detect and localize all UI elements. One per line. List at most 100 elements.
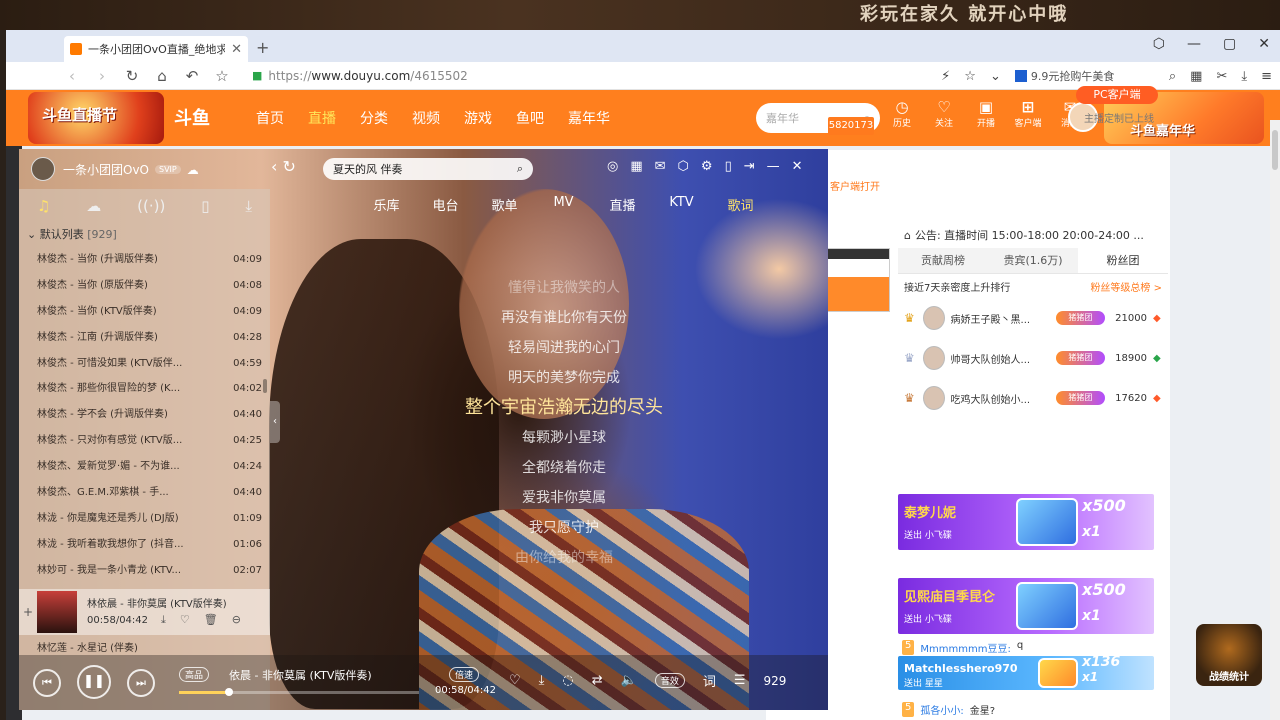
- device-icon[interactable]: ▯: [201, 197, 209, 215]
- refresh-icon[interactable]: ↻: [124, 67, 140, 85]
- tab-fan-club[interactable]: 粉丝团: [1078, 248, 1168, 273]
- song-item[interactable]: 林俊杰 - 学不会 (升调版伴奏) 04:40: [19, 402, 270, 428]
- nav-video[interactable]: 视频: [412, 108, 440, 128]
- lyrics-toggle-icon[interactable]: 词: [703, 671, 716, 690]
- pause-icon[interactable]: ❚❚: [77, 665, 111, 699]
- browser-tab[interactable]: 一条小团团OvO直播_绝地求生 ✕: [64, 36, 248, 62]
- song-item[interactable]: 林俊杰 - 当你 (升调版伴奏) 04:09: [19, 247, 270, 273]
- fan-row[interactable]: ♛ 吃鸡大队创始小... 猪猪团 17620 ◆: [898, 378, 1168, 418]
- minimize-icon[interactable]: —: [767, 159, 780, 174]
- player-user[interactable]: 一条小团团OvO SVIP ☁: [63, 161, 199, 178]
- nav-home[interactable]: 首页: [256, 108, 284, 128]
- music-note-icon[interactable]: ♫: [37, 197, 50, 215]
- new-tab-icon[interactable]: +: [256, 38, 269, 57]
- nav-category[interactable]: 分类: [360, 108, 388, 128]
- quality-selector[interactable]: 高品: [179, 667, 210, 682]
- douyu-logo[interactable]: 斗鱼: [174, 104, 210, 130]
- stream-thumbnail[interactable]: [824, 248, 890, 312]
- back-icon[interactable]: ‹ ↻: [271, 157, 296, 176]
- now-playing-row[interactable]: + 林依晨 - 非你莫属 (KTV版伴奏) 00:58/04:42 ⤓ ♡ 🗑 …: [19, 589, 270, 635]
- desktop-mode-icon[interactable]: ⇥: [744, 159, 755, 174]
- apps-icon[interactable]: ▦: [630, 159, 642, 174]
- fan-level-link[interactable]: 粉丝等级总榜 >: [1090, 279, 1162, 294]
- tab-mv[interactable]: MV: [534, 195, 593, 214]
- user-avatar[interactable]: [31, 157, 55, 181]
- forward-icon[interactable]: ›: [94, 67, 110, 85]
- nav-carnival[interactable]: 嘉年华: [568, 108, 610, 128]
- radio-icon[interactable]: ((·)): [137, 197, 165, 215]
- skin-icon[interactable]: ⬡: [678, 159, 689, 174]
- favorite-star-icon[interactable]: ☆: [214, 67, 230, 85]
- skin-icon[interactable]: ⬡: [1153, 36, 1165, 52]
- pc-client-button[interactable]: PC客户端: [1076, 86, 1158, 104]
- download-icon[interactable]: ⤓: [245, 197, 252, 215]
- delete-icon[interactable]: 🗑: [204, 613, 218, 627]
- comment-icon[interactable]: ◌: [562, 673, 573, 688]
- close-window-icon[interactable]: ✕: [1258, 36, 1270, 52]
- close-tab-icon[interactable]: ✕: [231, 42, 242, 57]
- nav-yuba[interactable]: 鱼吧: [516, 108, 544, 128]
- nav-live[interactable]: 直播: [308, 108, 336, 128]
- previous-icon[interactable]: ⏮: [33, 669, 61, 697]
- fan-row[interactable]: ♛ 病娇王子殿丶黑... 猪猪团 21000 ◆: [898, 298, 1168, 338]
- settings-gear-icon[interactable]: ⚙: [701, 159, 713, 174]
- tab-radio[interactable]: 电台: [416, 195, 475, 214]
- more-icon[interactable]: ⊖: [232, 613, 241, 627]
- song-item[interactable]: 林俊杰、爱新觉罗·媚 - 不为谁... 04:24: [19, 454, 270, 480]
- tab-ktv[interactable]: KTV: [652, 195, 711, 214]
- home-icon[interactable]: ⌂: [154, 67, 170, 85]
- song-item[interactable]: 林俊杰 - 只对你有感觉 (KTV版... 04:25: [19, 428, 270, 454]
- song-item[interactable]: 林俊杰 - 江南 (升调版伴奏) 04:28: [19, 325, 270, 351]
- song-item[interactable]: 林俊杰 - 当你 (KTV版伴奏) 04:09: [19, 299, 270, 325]
- nav-game[interactable]: 游戏: [464, 108, 492, 128]
- progress-bar[interactable]: [179, 688, 419, 696]
- add-icon[interactable]: +: [23, 605, 33, 619]
- sound-effect-button[interactable]: 音效: [654, 673, 685, 688]
- volume-icon[interactable]: 🔈: [621, 673, 637, 688]
- song-item[interactable]: 林俊杰 - 可惜没如果 (KTV版伴... 04:59: [19, 351, 270, 377]
- promo-link[interactable]: 9.9元抢购午美食: [1014, 68, 1155, 84]
- player-search-input[interactable]: 夏天的风 伴奏 ⌕: [323, 158, 533, 180]
- download-icon[interactable]: ⤓: [161, 613, 166, 627]
- dropdown-icon[interactable]: ⌄: [990, 69, 1001, 84]
- song-item[interactable]: 林俊杰 - 当你 (原版伴奏) 04:08: [19, 273, 270, 299]
- client-button[interactable]: ⊞ 客户端: [1012, 98, 1044, 129]
- playlist-scrollbar[interactable]: [263, 379, 267, 393]
- next-icon[interactable]: ⏭: [127, 669, 155, 697]
- heart-icon[interactable]: ♡: [180, 613, 190, 627]
- download-icon[interactable]: ⤓: [539, 673, 545, 688]
- page-scrollbar[interactable]: [1270, 120, 1280, 720]
- search-icon[interactable]: ⌕: [1169, 69, 1176, 84]
- tab-weekly-contribution[interactable]: 贡献周榜: [898, 248, 988, 273]
- tab-playlists[interactable]: 歌单: [475, 195, 534, 214]
- song-item[interactable]: 林泷 - 我听着歌我想你了 (抖音... 01:06: [19, 532, 270, 558]
- song-item[interactable]: 林俊杰、G.E.M.邓紫棋 - 手... 04:40: [19, 480, 270, 506]
- menu-icon[interactable]: ≡: [1261, 69, 1272, 84]
- mail-icon[interactable]: ✉: [655, 159, 666, 174]
- lightning-icon[interactable]: ⚡: [941, 69, 950, 84]
- playlist-header[interactable]: ⌄ 默认列表 [929]: [19, 223, 270, 247]
- song-item[interactable]: 林泷 - 你是魔鬼还是秀儿 (DJ版) 01:09: [19, 506, 270, 532]
- song-item[interactable]: 林俊杰 - 那些你很冒险的梦 (K... 04:02: [19, 376, 270, 402]
- heart-icon[interactable]: ♡: [509, 673, 521, 688]
- apps-grid-icon[interactable]: ▦: [1190, 69, 1202, 84]
- cloud-icon[interactable]: ☁: [86, 197, 101, 215]
- progress-knob[interactable]: [225, 688, 234, 696]
- close-icon[interactable]: ✕: [792, 159, 803, 174]
- song-item[interactable]: 林妙可 - 我是一条小青龙 (KTV... 02:07: [19, 558, 270, 584]
- start-broadcast-button[interactable]: ▣ 开播: [970, 98, 1002, 129]
- festival-banner-left[interactable]: 斗鱼直播节: [28, 92, 164, 144]
- playlist-icon[interactable]: ☰: [734, 673, 746, 688]
- search-icon[interactable]: ⌕: [517, 162, 523, 176]
- back-icon[interactable]: ‹: [64, 67, 80, 85]
- download-icon[interactable]: ⤓: [1241, 69, 1247, 84]
- scissors-icon[interactable]: ✂: [1216, 69, 1227, 84]
- fan-row[interactable]: ♛ 帅哥大队创始人... 猪猪团 18900 ◆: [898, 338, 1168, 378]
- mini-mode-icon[interactable]: ▯: [725, 159, 732, 174]
- bookmark-star-icon[interactable]: ☆: [964, 69, 976, 84]
- follow-button[interactable]: ♡ 关注: [928, 98, 960, 129]
- cloud-icon[interactable]: ☁: [187, 163, 199, 177]
- history-button[interactable]: ◷ 历史: [886, 98, 918, 129]
- url-field[interactable]: ■ https://www.douyu.com/4615502: [252, 69, 892, 83]
- tab-library[interactable]: 乐库: [357, 195, 416, 214]
